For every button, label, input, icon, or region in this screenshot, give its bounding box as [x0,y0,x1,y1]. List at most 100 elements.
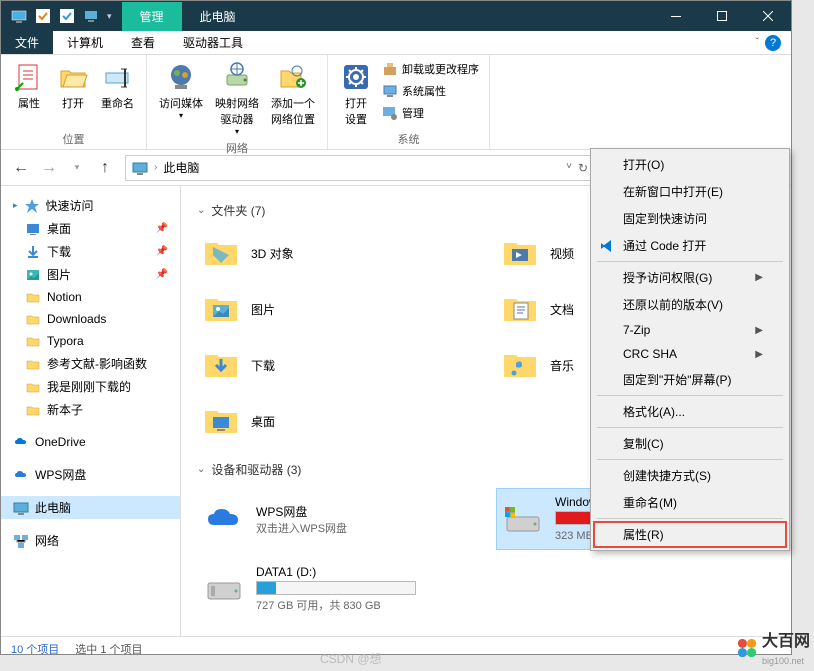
ribbon-collapse-icon[interactable]: ˇ [756,37,759,48]
context-menu-item[interactable]: 重命名(M) [593,489,787,516]
sidebar-item[interactable]: 我是刚刚下载的 [1,375,180,398]
qat-dropdown-icon[interactable]: ▾ [107,11,112,22]
drive-item[interactable]: WPS网盘双击进入WPS网盘 [197,488,476,550]
uninstall-button[interactable]: 卸载或更改程序 [380,59,481,79]
file-tab[interactable]: 文件 [1,31,53,54]
sidebar-quick-access[interactable]: ▸ 快速访问 [1,194,180,217]
maximize-button[interactable] [699,1,745,31]
titlebar: ▾ 管理 此电脑 [1,1,791,31]
context-menu-item[interactable]: 授予访问权限(G)▶ [593,264,787,291]
sidebar-item[interactable]: 桌面📌 [1,217,180,240]
pc-icon [13,500,29,516]
properties-button[interactable]: 属性 [9,59,49,113]
sidebar-item[interactable]: Typora [1,330,180,352]
folder-item[interactable]: 下载 [197,341,476,389]
folder-icon [201,345,241,385]
folder-icon [201,289,241,329]
view-tab[interactable]: 查看 [117,31,169,54]
ribbon: 属性 打开 重命名 位置 访问媒体▾ [1,55,791,150]
add-location-button[interactable]: 添加一个 网络位置 [267,59,319,129]
map-drive-button[interactable]: 映射网络 驱动器▾ [211,59,263,138]
sidebar-item[interactable]: 新本子 [1,398,180,421]
sys-props-button[interactable]: 系统属性 [380,81,481,101]
folder-icon [25,267,41,283]
context-menu-item[interactable]: 格式化(A)... [593,398,787,425]
folder-label: 3D 对象 [251,245,294,262]
sidebar-item-label: 下载 [47,243,71,260]
context-menu-item[interactable]: 固定到"开始"屏幕(P) [593,366,787,393]
nav-back-button[interactable]: ← [9,156,33,180]
sidebar-onedrive[interactable]: OneDrive [1,431,180,453]
sidebar-item[interactable]: Notion [1,286,180,308]
context-menu-item[interactable]: 属性(R) [593,521,787,548]
nav-forward-button[interactable]: → [37,156,61,180]
context-menu-label: 通过 Code 打开 [623,237,706,254]
chevron-right-icon: ▶ [755,349,763,360]
manage-button[interactable]: 管理 [380,103,481,123]
minimize-button[interactable] [653,1,699,31]
folder-item[interactable]: 3D 对象 [197,229,476,277]
manage-tab[interactable]: 管理 [122,2,182,31]
computer-tab[interactable]: 计算机 [53,31,117,54]
sidebar-item-label: 我是刚刚下载的 [47,378,131,395]
folder-label: 视频 [550,245,574,262]
sidebar-item-label: 新本子 [47,401,83,418]
sidebar-this-pc[interactable]: 此电脑 [1,496,180,519]
sidebar-item[interactable]: Downloads [1,308,180,330]
folder-label: 图片 [251,301,275,318]
context-separator [597,427,783,428]
sidebar-wps[interactable]: WPS网盘 [1,463,180,486]
context-menu-item[interactable]: 固定到快速访问 [593,205,787,232]
context-menu-item[interactable]: 7-Zip▶ [593,318,787,342]
refresh-icon[interactable]: ↻ [578,161,588,175]
quick-access-toolbar: ▾ [1,8,122,24]
context-menu-item[interactable]: 还原以前的版本(V) [593,291,787,318]
context-menu-item[interactable]: 创建快捷方式(S) [593,462,787,489]
address-field[interactable]: › 此电脑 ˅ ↻ [125,155,595,181]
pin-icon: 📌 [156,223,168,234]
folder-item[interactable]: 图片 [197,285,476,333]
brand-logo: 大百网 big100.net [736,627,810,669]
context-menu-item[interactable]: 通过 Code 打开 [593,232,787,259]
open-button[interactable]: 打开 [53,59,93,113]
sidebar-item-label: 图片 [47,266,71,283]
context-menu-item[interactable]: 打开(O) [593,151,787,178]
menubar: 文件 计算机 查看 驱动器工具 ˇ ? [1,31,791,55]
folder-label: 桌面 [251,413,275,430]
open-settings-button[interactable]: 打开 设置 [336,59,376,129]
nav-recent-button[interactable]: ▾ [65,156,89,180]
context-menu-label: 授予访问权限(G) [623,269,712,286]
context-menu-label: 打开(O) [623,156,664,173]
folder-item[interactable]: 桌面 [197,397,476,445]
sidebar-item[interactable]: 图片📌 [1,263,180,286]
nav-up-button[interactable]: ↑ [93,156,117,180]
checkbox-orange-icon[interactable] [35,8,51,24]
sidebar-item[interactable]: 参考文献-影响函数 [1,352,180,375]
context-menu-item[interactable]: 复制(C) [593,430,787,457]
statusbar: 10 个项目 选中 1 个项目 [1,636,791,660]
folder-icon [25,356,41,372]
help-icon[interactable]: ? [765,35,781,51]
drive-icon [501,501,545,537]
chevron-down-icon: ⌄ [197,205,205,216]
addr-dropdown-icon[interactable]: ˅ [566,161,572,175]
folder-icon [25,244,41,260]
context-menu-item[interactable]: CRC SHA▶ [593,342,787,366]
brand-icon [736,637,758,659]
drive-label: DATA1 (D:) [256,565,471,579]
folder-icon [201,401,241,441]
close-button[interactable] [745,1,791,31]
context-menu-label: 固定到"开始"屏幕(P) [623,371,732,388]
context-menu-item[interactable]: 在新窗口中打开(E) [593,178,787,205]
drive-tools-tab[interactable]: 驱动器工具 [169,31,257,54]
checkbox-blue-icon[interactable] [59,8,75,24]
folder-icon [25,333,41,349]
folder-icon [25,221,41,237]
rename-button[interactable]: 重命名 [97,59,138,113]
drive-item[interactable]: DATA1 (D:)727 GB 可用，共 830 GB [197,558,476,620]
sidebar-network[interactable]: 网络 [1,529,180,552]
sidebar-item-label: 参考文献-影响函数 [47,355,147,372]
ribbon-help: ˇ ? [746,31,791,54]
sidebar-item[interactable]: 下载📌 [1,240,180,263]
access-media-button[interactable]: 访问媒体▾ [155,59,207,122]
